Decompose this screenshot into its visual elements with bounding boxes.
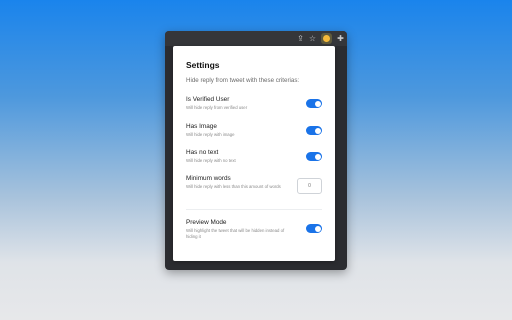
setting-verified-user: Is Verified User Will hide reply from ve…	[186, 96, 322, 111]
setting-minimum-words: Minimum words Will hide reply with less …	[186, 175, 322, 194]
setting-has-image: Has Image Will hide reply with image	[186, 123, 322, 138]
setting-has-no-text: Has no text Will hide reply with no text	[186, 149, 322, 164]
toggle-knob	[314, 153, 321, 160]
setting-description: Will highlight the tweet that will be hi…	[186, 228, 285, 239]
browser-toolbar: ⇪ ☆ ✚	[165, 31, 347, 46]
star-icon[interactable]: ☆	[308, 34, 317, 43]
setting-description: Will hide reply from verified user	[186, 105, 248, 110]
setting-label: Preview Mode	[186, 219, 227, 226]
has-no-text-toggle[interactable]	[306, 152, 322, 161]
setting-label: Is Verified User	[186, 96, 230, 103]
setting-description: Will hide reply with less than this amou…	[186, 184, 281, 189]
preview-mode-toggle[interactable]	[306, 224, 322, 233]
setting-preview-mode: Preview Mode Will highlight the tweet th…	[186, 219, 322, 240]
minimum-words-input[interactable]: 0	[297, 178, 322, 194]
setting-description: Will hide reply with no text	[186, 158, 236, 163]
share-icon[interactable]: ⇪	[296, 34, 305, 43]
extension-icon[interactable]	[321, 33, 332, 44]
setting-label: Has no text	[186, 149, 219, 156]
setting-label: Has Image	[186, 123, 217, 130]
divider	[186, 209, 322, 210]
toggle-knob	[314, 225, 321, 232]
toggle-knob	[314, 100, 321, 107]
puzzle-icon[interactable]: ✚	[336, 34, 345, 43]
settings-popup: Settings Hide reply from tweet with thes…	[173, 46, 335, 261]
verified-user-toggle[interactable]	[306, 99, 322, 108]
has-image-toggle[interactable]	[306, 126, 322, 135]
page-title: Settings	[186, 60, 220, 70]
setting-description: Will hide reply with image	[186, 132, 235, 137]
extension-logo	[323, 35, 330, 42]
toggle-knob	[314, 127, 321, 134]
settings-subtitle: Hide reply from tweet with these criteri…	[186, 77, 300, 84]
